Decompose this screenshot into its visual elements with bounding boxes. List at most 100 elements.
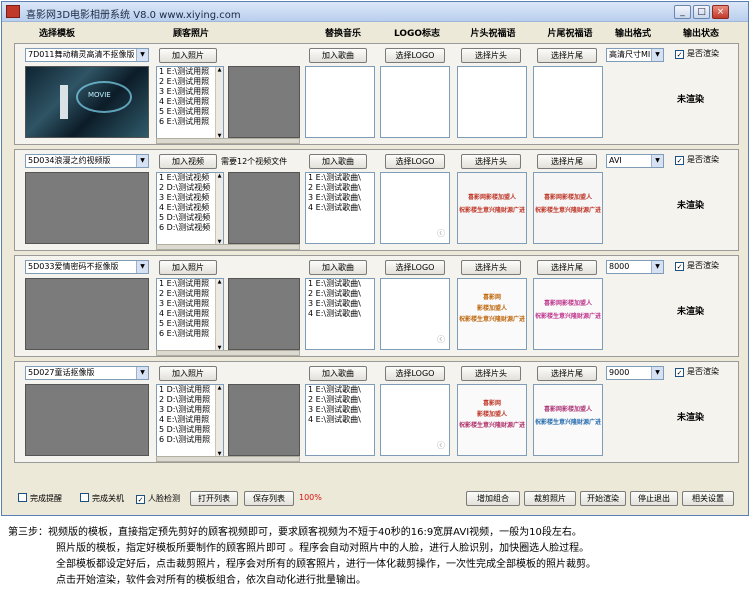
list-item[interactable]: 1 E:\测试歌曲\ [306, 173, 374, 183]
list-item[interactable]: 3 E:\测试歌曲\ [306, 193, 374, 203]
list-item[interactable]: 3 E:\测试歌曲\ [306, 299, 374, 309]
ending-preview[interactable] [533, 66, 603, 138]
ending-preview[interactable]: 喜影网影楼加盟人 祝影楼生意兴隆财源广进 [533, 384, 603, 456]
close-button[interactable]: × [712, 5, 729, 19]
list-item[interactable]: 4 E:\测试用照 [157, 97, 223, 107]
select-ending-button[interactable]: 选择片尾 [537, 366, 597, 381]
music-list[interactable] [305, 66, 375, 138]
list-scrollbar[interactable]: ▲ ▼ [215, 385, 223, 457]
ending-preview[interactable]: 喜影网影楼加盟人 祝影楼生意兴隆财源广进 [533, 278, 603, 350]
opening-preview[interactable]: 喜影网 影楼加盟人 祝影楼生意兴隆财源广进 [457, 384, 527, 456]
render-checkbox[interactable]: ✓ 是否渲染 [675, 366, 719, 377]
add-music-button[interactable]: 加入歌曲 [309, 48, 367, 63]
list-item[interactable]: 2 E:\测试用照 [157, 289, 223, 299]
select-logo-button[interactable]: 选择LOGO [385, 48, 445, 63]
photo-hscrollbar[interactable] [156, 350, 300, 356]
minimize-button[interactable]: _ [674, 5, 691, 19]
list-item[interactable]: 5 E:\测试用照 [157, 319, 223, 329]
list-scrollbar[interactable]: ▲ ▼ [215, 173, 223, 245]
template-select[interactable]: 5D027童话抠像版 ▼ [25, 366, 149, 380]
select-ending-button[interactable]: 选择片尾 [537, 48, 597, 63]
format-select[interactable]: 8000 ▼ [606, 260, 664, 274]
add-video-button[interactable]: 加入视频 [159, 154, 217, 169]
stop-exit-button[interactable]: 停止退出 [630, 491, 678, 506]
list-item[interactable]: 1 E:\测试用照 [157, 279, 223, 289]
photo-hscrollbar[interactable] [156, 138, 300, 144]
select-ending-button[interactable]: 选择片尾 [537, 154, 597, 169]
face-detect-checkbox[interactable]: ✓ 人脸检测 [136, 493, 180, 504]
list-item[interactable]: 5 D:\测试用照 [157, 425, 223, 435]
crop-photos-button[interactable]: 裁剪照片 [524, 491, 576, 506]
done-remind-checkbox[interactable]: 完成提醒 [18, 493, 62, 504]
template-select[interactable]: 7D011舞动精灵高清不抠像版 ▼ [25, 48, 149, 62]
photo-hscrollbar[interactable] [156, 244, 300, 250]
list-item[interactable]: 2 E:\测试用照 [157, 77, 223, 87]
photo-list[interactable]: 1 E:\测试用照 2 E:\测试用照 3 E:\测试用照 4 E:\测试用照 … [156, 66, 224, 140]
list-scrollbar[interactable]: ▲ ▼ [215, 67, 223, 139]
render-checkbox[interactable]: ✓ 是否渲染 [675, 154, 719, 165]
opening-preview[interactable]: 喜影网 影楼加盟人 祝影楼生意兴隆财源广进 [457, 278, 527, 350]
start-render-button[interactable]: 开始渲染 [580, 491, 626, 506]
list-item[interactable]: 3 E:\测试用照 [157, 87, 223, 97]
list-item[interactable]: 4 E:\测试歌曲\ [306, 415, 374, 425]
list-item[interactable]: 4 E:\测试歌曲\ [306, 309, 374, 319]
list-item[interactable]: 2 E:\测试歌曲\ [306, 395, 374, 405]
music-list[interactable]: 1 E:\测试歌曲\ 2 E:\测试歌曲\ 3 E:\测试歌曲\ 4 E:\测试… [305, 172, 375, 244]
format-select[interactable]: 9000 ▼ [606, 366, 664, 380]
maximize-button[interactable]: □ [693, 5, 710, 19]
select-opening-button[interactable]: 选择片头 [461, 260, 521, 275]
ending-preview[interactable]: 喜影网影楼加盟人 祝影楼生意兴隆财源广进 [533, 172, 603, 244]
select-opening-button[interactable]: 选择片头 [461, 48, 521, 63]
done-shutdown-checkbox[interactable]: 完成关机 [80, 493, 124, 504]
scroll-up-icon[interactable]: ▲ [216, 173, 223, 179]
add-music-button[interactable]: 加入歌曲 [309, 154, 367, 169]
render-checkbox[interactable]: ✓ 是否渲染 [675, 260, 719, 271]
logo-preview[interactable]: ⓒ [380, 172, 450, 244]
add-music-button[interactable]: 加入歌曲 [309, 366, 367, 381]
add-music-button[interactable]: 加入歌曲 [309, 260, 367, 275]
select-ending-button[interactable]: 选择片尾 [537, 260, 597, 275]
video-list[interactable]: 1 E:\测试视频 2 D:\测试视频 3 E:\测试视频 4 E:\测试视频 … [156, 172, 224, 246]
format-select[interactable]: AVI ▼ [606, 154, 664, 168]
list-scrollbar[interactable]: ▲ ▼ [215, 279, 223, 351]
add-photo-button[interactable]: 加入照片 [159, 260, 217, 275]
list-item[interactable]: 3 E:\测试用照 [157, 299, 223, 309]
logo-preview[interactable]: ⓒ [380, 278, 450, 350]
select-logo-button[interactable]: 选择LOGO [385, 154, 445, 169]
template-select[interactable]: 5D034浪漫之约视频版 ▼ [25, 154, 149, 168]
add-photo-button[interactable]: 加入照片 [159, 48, 217, 63]
list-item[interactable]: 3 E:\测试视频 [157, 193, 223, 203]
list-item[interactable]: 2 D:\测试用照 [157, 395, 223, 405]
add-group-button[interactable]: 增加组合 [466, 491, 520, 506]
list-item[interactable]: 4 E:\测试用照 [157, 415, 223, 425]
list-item[interactable]: 4 E:\测试歌曲\ [306, 203, 374, 213]
format-select[interactable]: 高清尺寸MI ▼ [606, 48, 664, 62]
list-item[interactable]: 2 E:\测试歌曲\ [306, 289, 374, 299]
photo-list[interactable]: 1 E:\测试用照 2 E:\测试用照 3 E:\测试用照 4 E:\测试用照 … [156, 278, 224, 352]
scroll-up-icon[interactable]: ▲ [216, 279, 223, 285]
scroll-up-icon[interactable]: ▲ [216, 385, 223, 391]
add-photo-button[interactable]: 加入照片 [159, 366, 217, 381]
list-item[interactable]: 2 D:\测试视频 [157, 183, 223, 193]
list-item[interactable]: 6 E:\测试用照 [157, 329, 223, 339]
list-item[interactable]: 5 D:\测试视频 [157, 213, 223, 223]
settings-button[interactable]: 相关设置 [682, 491, 734, 506]
save-list-button[interactable]: 保存列表 [244, 491, 294, 506]
photo-list[interactable]: 1 D:\测试用照 2 D:\测试用照 3 D:\测试用照 4 E:\测试用照 … [156, 384, 224, 458]
list-item[interactable]: 6 D:\测试视频 [157, 223, 223, 233]
scroll-up-icon[interactable]: ▲ [216, 67, 223, 73]
list-item[interactable]: 1 E:\测试用照 [157, 67, 223, 77]
logo-preview[interactable] [380, 66, 450, 138]
music-list[interactable]: 1 E:\测试歌曲\ 2 E:\测试歌曲\ 3 E:\测试歌曲\ 4 E:\测试… [305, 278, 375, 350]
list-item[interactable]: 1 E:\测试歌曲\ [306, 385, 374, 395]
list-item[interactable]: 4 E:\测试用照 [157, 309, 223, 319]
select-opening-button[interactable]: 选择片头 [461, 154, 521, 169]
list-item[interactable]: 1 E:\测试视频 [157, 173, 223, 183]
list-item[interactable]: 4 E:\测试视频 [157, 203, 223, 213]
photo-hscrollbar[interactable] [156, 456, 300, 462]
select-opening-button[interactable]: 选择片头 [461, 366, 521, 381]
list-item[interactable]: 1 E:\测试歌曲\ [306, 279, 374, 289]
select-logo-button[interactable]: 选择LOGO [385, 260, 445, 275]
list-item[interactable]: 6 D:\测试用照 [157, 435, 223, 445]
list-item[interactable]: 5 E:\测试用照 [157, 107, 223, 117]
